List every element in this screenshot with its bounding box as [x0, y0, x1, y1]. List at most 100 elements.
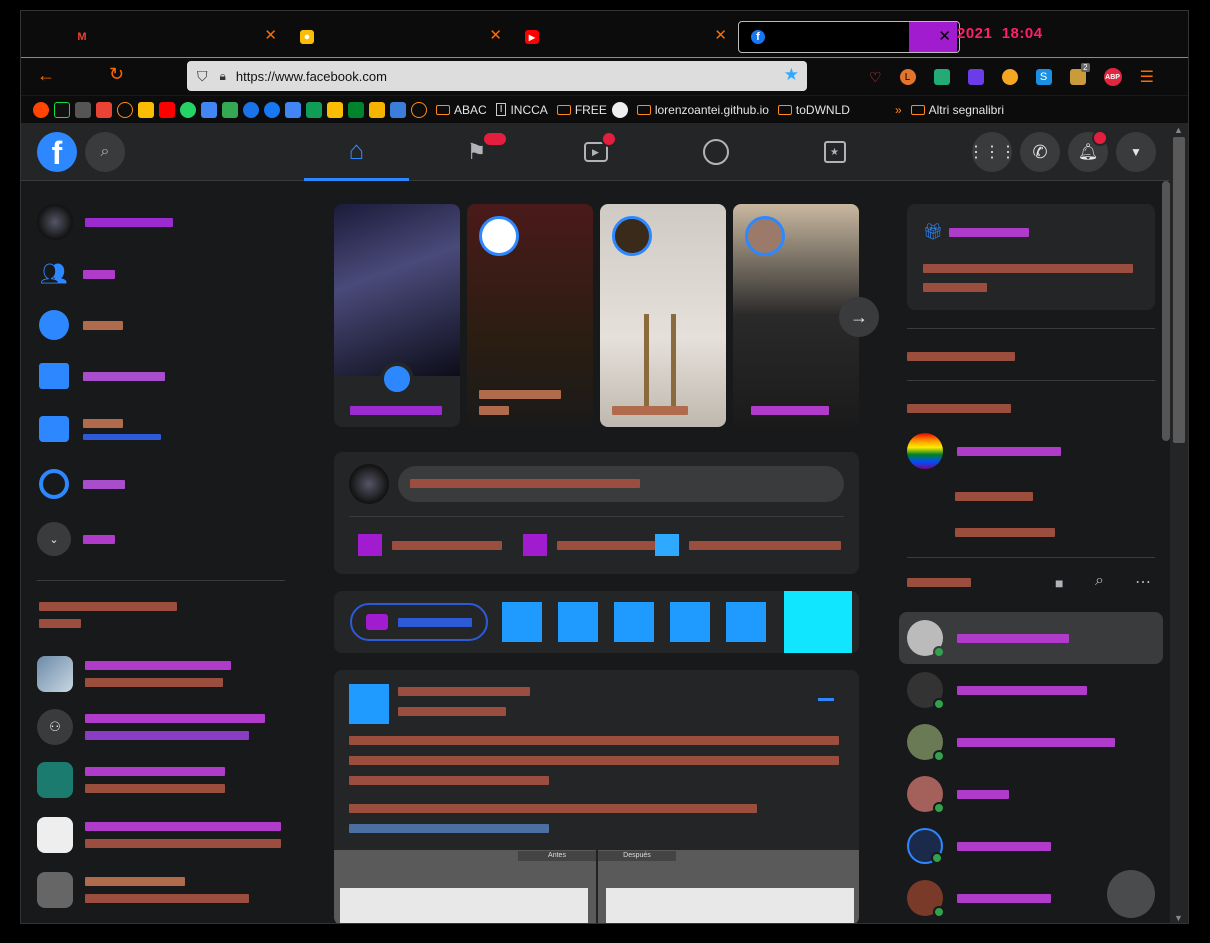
contact-item[interactable]	[907, 820, 1169, 872]
room-avatar[interactable]	[726, 602, 766, 642]
account-button[interactable]: ▼	[1116, 132, 1156, 172]
bookmark-folder[interactable]: ABAC	[436, 103, 487, 117]
tab-keep[interactable]: ● ✕	[288, 21, 510, 53]
sidebar-item-friends[interactable]: 👥︎	[37, 257, 115, 291]
more-icon[interactable]: ⋯	[1135, 572, 1151, 592]
close-icon[interactable]: ✕	[264, 28, 277, 43]
tab-youtube[interactable]: ▶ ✕	[513, 21, 735, 53]
tab-facebook[interactable]: f ✕	[738, 21, 960, 53]
shortcut-item[interactable]	[37, 762, 225, 798]
composer-input[interactable]	[398, 466, 844, 502]
timer-icon[interactable]	[933, 69, 950, 85]
bookmark-icon[interactable]	[390, 101, 406, 118]
contact-item[interactable]	[907, 716, 1169, 768]
reddit-icon[interactable]	[33, 101, 49, 118]
facebook-icon[interactable]	[264, 101, 280, 118]
room-avatar[interactable]	[558, 602, 598, 642]
contact-item[interactable]	[899, 612, 1163, 664]
video-call-icon[interactable]: ■︎	[1055, 575, 1063, 591]
shortcut-item[interactable]: ⚇	[37, 709, 265, 745]
group-item[interactable]	[907, 433, 1061, 469]
tab-gmail[interactable]: M ✕	[63, 21, 285, 53]
story-card[interactable]	[600, 204, 726, 427]
nav-pages[interactable]: ⚑	[424, 123, 529, 181]
shield-icon[interactable]: ⛉	[197, 68, 208, 85]
other-bookmarks[interactable]: Altri segnalibri	[910, 103, 1004, 117]
adblock-icon[interactable]: ABP	[1103, 68, 1122, 86]
back-icon[interactable]: ←	[37, 65, 55, 86]
contacts-icon[interactable]	[243, 101, 259, 118]
sheets-icon[interactable]	[306, 101, 322, 118]
bookmark-folder[interactable]: toDWNLD	[777, 103, 850, 117]
sidebar-item-memories[interactable]	[37, 469, 125, 499]
notifications-button[interactable]: 🔔︎	[1068, 130, 1108, 172]
extension-badge-icon[interactable]: 2	[1069, 63, 1090, 85]
search-icon[interactable]: ⌕	[1095, 572, 1104, 590]
bookmark-icon[interactable]	[54, 101, 70, 118]
bookmark-icon[interactable]	[75, 101, 91, 118]
birthdays-card[interactable]: 🎁︎	[907, 204, 1155, 310]
scroll-up-icon[interactable]: ▲	[1174, 125, 1183, 135]
menu-icon[interactable]: ☰	[1140, 67, 1154, 87]
new-message-button[interactable]	[1107, 870, 1155, 918]
nav-groups[interactable]	[663, 123, 768, 181]
extension-purple-icon[interactable]	[967, 69, 984, 85]
youtube-icon[interactable]	[159, 101, 175, 118]
translate-icon[interactable]	[201, 101, 217, 118]
url-text[interactable]: https://www.facebook.com	[236, 69, 387, 84]
post-image[interactable]: Antes Después	[334, 850, 859, 923]
bookmark-folder[interactable]: I INCCA	[495, 103, 548, 117]
bookmark-folder[interactable]: lorenzoantei.github.io	[636, 103, 769, 117]
chevron-more-icon[interactable]: »	[895, 103, 902, 117]
keep-icon[interactable]	[138, 101, 154, 118]
scroll-down-icon[interactable]: ▼	[1174, 913, 1183, 923]
close-icon[interactable]: ✕	[714, 28, 727, 43]
profile-link[interactable]	[37, 204, 173, 240]
nav-home[interactable]: ⌂	[304, 123, 409, 181]
globe-icon[interactable]	[411, 101, 427, 118]
drive-icon[interactable]	[327, 101, 343, 118]
extension-s-icon[interactable]: S	[1035, 69, 1052, 85]
sidebar-see-more[interactable]: ⌄	[37, 522, 115, 556]
page-scrollbar-thumb[interactable]	[1162, 181, 1170, 441]
feeling-activity-button[interactable]	[655, 534, 841, 556]
room-avatar[interactable]	[502, 602, 542, 642]
bookmark-icon[interactable]	[611, 101, 628, 118]
whatsapp-icon[interactable]	[180, 101, 196, 118]
scrollbar[interactable]: ▲ ▼	[1170, 123, 1188, 923]
more-options-icon[interactable]	[818, 698, 834, 701]
gmail-icon[interactable]	[96, 101, 112, 118]
owl-icon[interactable]	[1001, 69, 1018, 85]
pocket-icon[interactable]: ♡	[869, 69, 882, 86]
calendar-icon[interactable]	[222, 101, 238, 118]
bookmark-folder[interactable]: FREE	[556, 103, 607, 117]
docs-icon[interactable]	[285, 101, 301, 118]
bookmark-star-icon[interactable]: ★	[784, 65, 799, 85]
menu-button[interactable]: ⋮⋮⋮	[968, 132, 1016, 172]
messenger-button[interactable]: ✆	[1020, 132, 1060, 172]
scrollbar-thumb[interactable]	[1173, 137, 1185, 443]
search-button[interactable]: ⌕	[85, 132, 125, 172]
reload-icon[interactable]: ↻	[109, 64, 124, 85]
nav-gaming[interactable]: ★	[782, 123, 887, 181]
room-avatar[interactable]	[614, 602, 654, 642]
create-story-card[interactable]	[334, 204, 460, 427]
close-icon[interactable]: ✕	[938, 29, 951, 44]
create-room-button[interactable]	[350, 603, 488, 641]
photo-video-button[interactable]	[523, 534, 655, 556]
shortcut-item[interactable]	[37, 872, 249, 908]
sidebar-item-groups[interactable]	[37, 310, 123, 340]
stories-next-button[interactable]: →	[839, 297, 879, 337]
room-avatar[interactable]	[670, 602, 710, 642]
photos-icon[interactable]	[369, 101, 385, 118]
contact-item[interactable]	[907, 768, 1169, 820]
extension-l-icon[interactable]: L	[899, 69, 916, 85]
avatar[interactable]	[349, 684, 389, 724]
globe-icon[interactable]	[117, 101, 133, 118]
close-icon[interactable]: ✕	[489, 28, 502, 43]
sidebar-item-marketplace[interactable]	[37, 363, 165, 389]
contact-item[interactable]	[907, 664, 1169, 716]
lock-icon[interactable]: 🔒︎	[220, 69, 226, 84]
story-card[interactable]	[467, 204, 593, 427]
shortcut-item[interactable]	[37, 656, 231, 692]
